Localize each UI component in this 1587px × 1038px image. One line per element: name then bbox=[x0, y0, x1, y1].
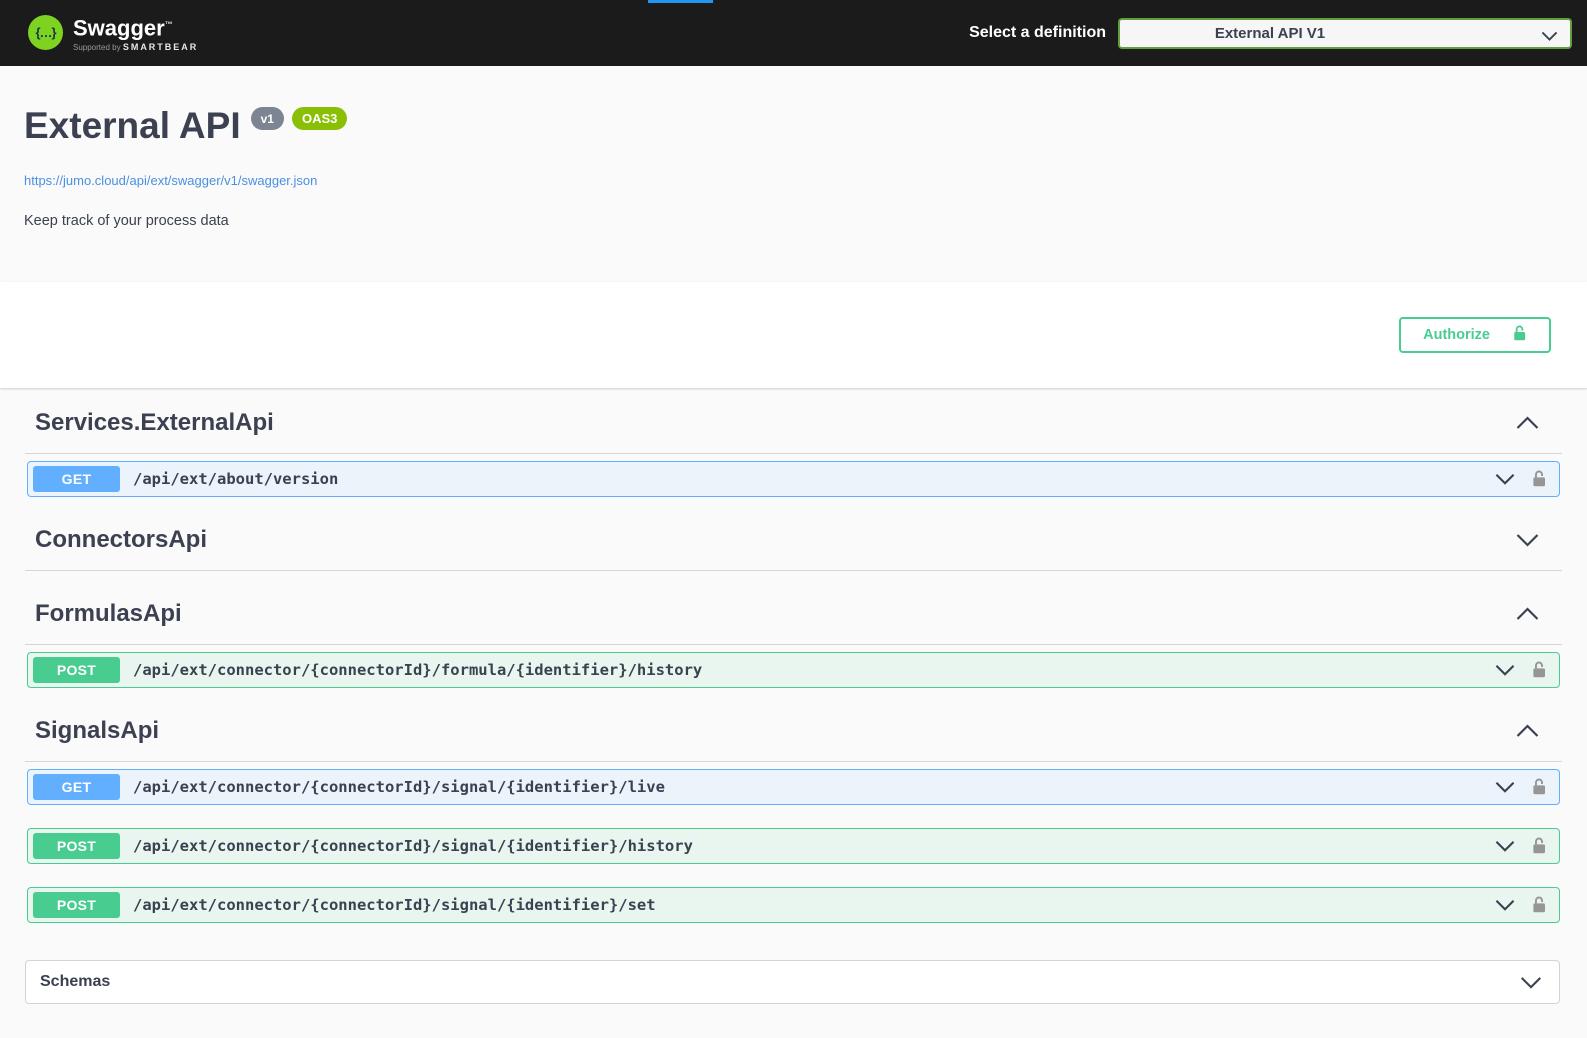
schemas-section-header[interactable]: Schemas bbox=[25, 960, 1560, 1004]
trademark-mark: ™ bbox=[165, 20, 173, 29]
method-badge: GET bbox=[33, 774, 120, 800]
section-header[interactable]: FormulasApi bbox=[25, 597, 1562, 645]
section-title: Services.ExternalApi bbox=[35, 409, 274, 437]
operation-actions bbox=[1494, 660, 1547, 680]
swagger-logo-icon: {…} bbox=[28, 15, 63, 50]
oas3-badge: OAS3 bbox=[292, 107, 347, 130]
chevron-up-icon[interactable] bbox=[1515, 607, 1540, 621]
unlock-icon[interactable] bbox=[1531, 777, 1547, 797]
logo-tagline: Supported by SMARTBEAR bbox=[73, 42, 198, 52]
operation-row[interactable]: POST /api/ext/connector/{connectorId}/si… bbox=[27, 887, 1560, 923]
chevron-up-icon[interactable] bbox=[1515, 416, 1540, 430]
operation-row[interactable]: GET /api/ext/about/version bbox=[27, 461, 1560, 497]
operation-path: /api/ext/about/version bbox=[133, 470, 338, 488]
operation-actions bbox=[1494, 777, 1547, 797]
title-badges: v1 OAS3 bbox=[251, 107, 348, 130]
authorize-button[interactable]: Authorize bbox=[1399, 317, 1551, 353]
unlock-icon[interactable] bbox=[1531, 895, 1547, 915]
api-info: External API v1 OAS3 https://jumo.cloud/… bbox=[0, 66, 1587, 282]
operations-list: GET /api/ext/about/version bbox=[25, 454, 1562, 497]
chevron-down-icon[interactable] bbox=[1494, 781, 1516, 793]
chevron-down-icon[interactable] bbox=[1494, 664, 1516, 676]
chevron-down-icon[interactable] bbox=[1494, 473, 1516, 485]
definition-group: Select a definition External API V1 bbox=[969, 18, 1572, 49]
operation-actions bbox=[1494, 836, 1547, 856]
unlock-icon[interactable] bbox=[1531, 836, 1547, 856]
api-tag-section: Services.ExternalApi GET /api/ext/about/… bbox=[25, 406, 1562, 497]
section-header[interactable]: ConnectorsApi bbox=[25, 523, 1562, 571]
section-header[interactable]: SignalsApi bbox=[25, 714, 1562, 762]
smartbear-brand: SMARTBEAR bbox=[123, 42, 199, 52]
operations-list: POST /api/ext/connector/{connectorId}/fo… bbox=[25, 645, 1562, 688]
operation-row[interactable]: POST /api/ext/connector/{connectorId}/si… bbox=[27, 828, 1560, 864]
method-badge: POST bbox=[33, 833, 120, 859]
api-tag-section: ConnectorsApi bbox=[25, 523, 1562, 571]
topbar: {…} Swagger™ Supported by SMARTBEAR Sele… bbox=[0, 0, 1587, 66]
section-title: FormulasApi bbox=[35, 600, 182, 628]
operation-path: /api/ext/connector/{connectorId}/signal/… bbox=[133, 778, 665, 796]
operation-actions bbox=[1494, 469, 1547, 489]
logo-glyph: {…} bbox=[35, 25, 55, 40]
definition-label: Select a definition bbox=[969, 24, 1106, 42]
chevron-down-icon[interactable] bbox=[1494, 840, 1516, 852]
method-badge: POST bbox=[33, 892, 120, 918]
section-title: SignalsApi bbox=[35, 717, 159, 745]
scheme-container: Authorize bbox=[0, 282, 1587, 388]
version-badge: v1 bbox=[251, 107, 284, 130]
logo-brand: Swagger bbox=[73, 15, 165, 40]
chevron-down-icon[interactable] bbox=[1494, 899, 1516, 911]
swagger-logo: {…} Swagger™ Supported by SMARTBEAR bbox=[28, 14, 198, 52]
operation-path: /api/ext/connector/{connectorId}/signal/… bbox=[133, 896, 656, 914]
definition-select[interactable]: External API V1 bbox=[1118, 18, 1572, 49]
api-sections: Services.ExternalApi GET /api/ext/about/… bbox=[0, 406, 1587, 1004]
api-tag-section: SignalsApi GET /api/ext/connector/{conne… bbox=[25, 714, 1562, 923]
operation-path: /api/ext/connector/{connectorId}/signal/… bbox=[133, 837, 693, 855]
schemas-label: Schemas bbox=[40, 973, 110, 991]
chevron-up-icon[interactable] bbox=[1515, 724, 1540, 738]
definition-select-value: External API V1 bbox=[1215, 25, 1325, 42]
chevron-down-icon[interactable] bbox=[1519, 976, 1543, 989]
operation-actions bbox=[1494, 895, 1547, 915]
authorize-label: Authorize bbox=[1423, 327, 1490, 343]
operations-list: GET /api/ext/connector/{connectorId}/sig… bbox=[25, 762, 1562, 923]
page-title: External API bbox=[24, 106, 241, 147]
section-title: ConnectorsApi bbox=[35, 526, 207, 554]
chevron-down-icon bbox=[1541, 28, 1558, 46]
api-description: Keep track of your process data bbox=[24, 213, 1563, 229]
logo-text: Swagger™ Supported by SMARTBEAR bbox=[73, 14, 198, 52]
method-badge: GET bbox=[33, 466, 120, 492]
chevron-down-icon[interactable] bbox=[1515, 533, 1540, 547]
operation-row[interactable]: POST /api/ext/connector/{connectorId}/fo… bbox=[27, 652, 1560, 688]
method-badge: POST bbox=[33, 657, 120, 683]
unlock-icon[interactable] bbox=[1531, 469, 1547, 489]
operation-row[interactable]: GET /api/ext/connector/{connectorId}/sig… bbox=[27, 769, 1560, 805]
operation-path: /api/ext/connector/{connectorId}/formula… bbox=[133, 661, 702, 679]
api-tag-section: FormulasApi POST /api/ext/connector/{con… bbox=[25, 597, 1562, 688]
spec-url-link[interactable]: https://jumo.cloud/api/ext/swagger/v1/sw… bbox=[24, 173, 317, 188]
section-header[interactable]: Services.ExternalApi bbox=[25, 406, 1562, 454]
top-accent-bar bbox=[648, 0, 713, 3]
unlock-icon bbox=[1512, 324, 1527, 347]
unlock-icon[interactable] bbox=[1531, 660, 1547, 680]
